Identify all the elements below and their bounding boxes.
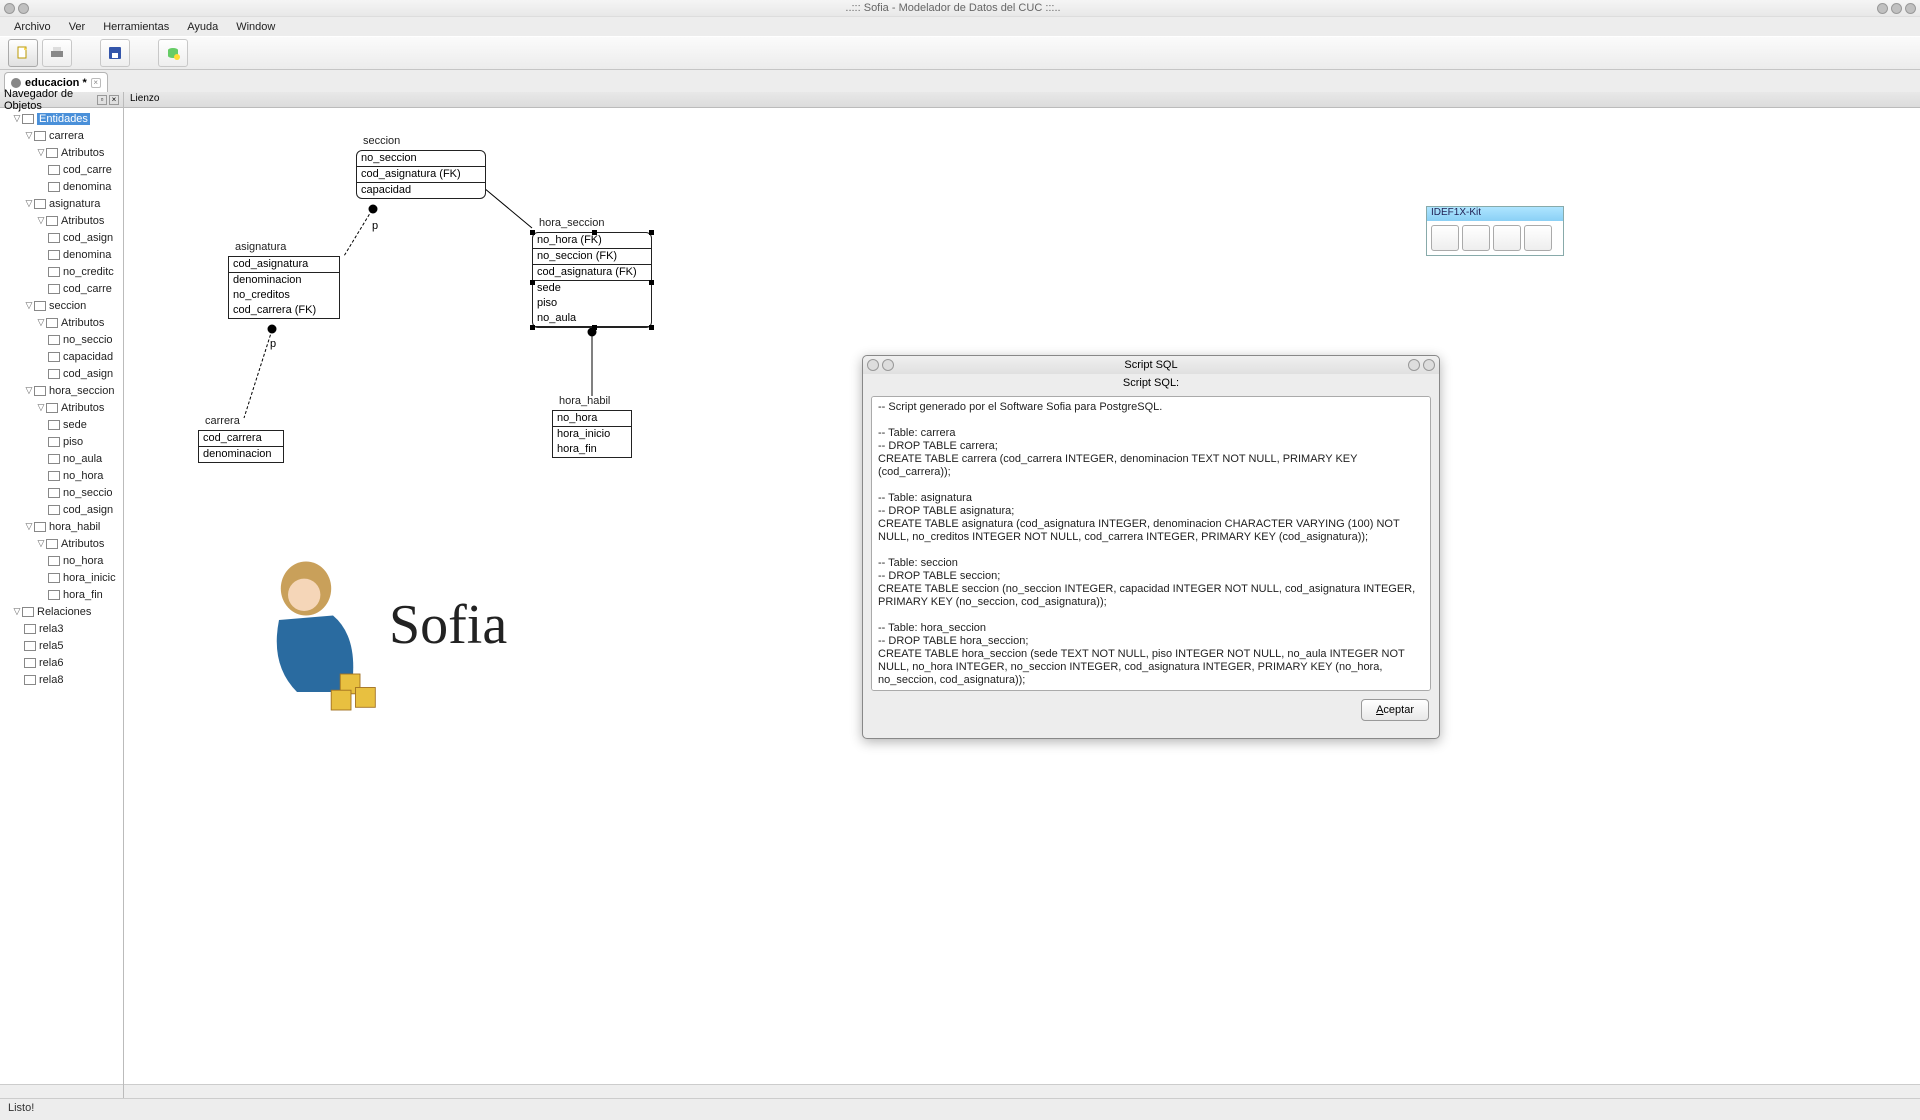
tree-item[interactable]: hora_fin (0, 586, 123, 603)
tree-item[interactable]: sede (0, 416, 123, 433)
accept-button[interactable]: Aceptar (1361, 699, 1429, 721)
toolbar (0, 36, 1920, 70)
palette-relation-button[interactable] (1493, 225, 1521, 251)
save-button[interactable] (100, 39, 130, 67)
tree-item[interactable]: no_creditc (0, 263, 123, 280)
tree-item[interactable]: rela6 (0, 654, 123, 671)
tree[interactable]: ▽Entidades ▽carrera ▽Atributos cod_carre… (0, 108, 123, 1084)
entity-carrera[interactable]: carrera cod_carrera denominacion (198, 430, 284, 463)
new-button[interactable] (8, 39, 38, 67)
menu-herramientas[interactable]: Herramientas (95, 19, 177, 35)
tree-item[interactable]: capacidad (0, 348, 123, 365)
titlebar: ..::: Sofia - Modelador de Datos del CUC… (0, 0, 1920, 16)
palette-pointer-button[interactable] (1431, 225, 1459, 251)
tab-icon (11, 78, 21, 88)
tree-hora-habil[interactable]: ▽hora_habil (0, 518, 123, 535)
tree-hora-seccion[interactable]: ▽hora_seccion (0, 382, 123, 399)
close-icon[interactable] (1905, 3, 1916, 14)
p-label: p (372, 220, 378, 232)
sidebar-scrollbar[interactable] (0, 1084, 123, 1098)
palette-weak-button[interactable] (1524, 225, 1552, 251)
tree-atributos[interactable]: ▽Atributos (0, 535, 123, 552)
tree-atributos[interactable]: ▽Atributos (0, 399, 123, 416)
entity-hora-seccion[interactable]: hora_seccion no_hora (FK) no_seccion (FK… (532, 232, 652, 328)
tree-seccion[interactable]: ▽seccion (0, 297, 123, 314)
dialog-min-icon[interactable] (1408, 359, 1420, 371)
tree-item[interactable]: no_seccio (0, 484, 123, 501)
menu-ver[interactable]: Ver (61, 19, 94, 35)
window-menu-icon[interactable] (4, 3, 15, 14)
tree-item[interactable]: no_aula (0, 450, 123, 467)
maximize-icon[interactable] (1891, 3, 1902, 14)
sql-textarea[interactable]: -- Script generado por el Software Sofia… (871, 396, 1431, 691)
tree-item[interactable]: cod_carre (0, 161, 123, 178)
tabbar: educacion * × (0, 70, 1920, 92)
statusbar: Listo! (0, 1098, 1920, 1120)
entity-seccion[interactable]: seccion no_seccion cod_asignatura (FK) c… (356, 150, 486, 199)
tree-item[interactable]: denomina (0, 246, 123, 263)
tree-item[interactable]: cod_asign (0, 501, 123, 518)
palette[interactable]: IDEF1X-Kit (1426, 206, 1564, 256)
print-button[interactable] (42, 39, 72, 67)
tree-item[interactable]: no_seccio (0, 331, 123, 348)
tree-relaciones[interactable]: ▽Relaciones (0, 603, 123, 620)
entity-hora-habil[interactable]: hora_habil no_hora hora_inicio hora_fin (552, 410, 632, 458)
canvas-scrollbar-h[interactable] (124, 1084, 1920, 1098)
menu-ayuda[interactable]: Ayuda (179, 19, 226, 35)
palette-entity-button[interactable] (1462, 225, 1490, 251)
sql-script-dialog: Script SQL Script SQL: -- Script generad… (862, 355, 1440, 739)
tree-item[interactable]: rela5 (0, 637, 123, 654)
tree-item[interactable]: hora_inicic (0, 569, 123, 586)
menubar: Archivo Ver Herramientas Ayuda Window (0, 16, 1920, 36)
entity-asignatura[interactable]: asignatura cod_asignatura denominacion n… (228, 256, 340, 319)
tree-item[interactable]: rela8 (0, 671, 123, 688)
tree-item[interactable]: no_hora (0, 467, 123, 484)
minimize-icon[interactable] (1877, 3, 1888, 14)
tree-atributos[interactable]: ▽Atributos (0, 212, 123, 229)
sidebar-header: Navegador de Objetos ▫ × (0, 92, 123, 108)
tree-item[interactable]: rela3 (0, 620, 123, 637)
tree-item[interactable]: cod_asign (0, 365, 123, 382)
generate-sql-button[interactable] (158, 39, 188, 67)
p-label: p (270, 338, 276, 350)
menu-archivo[interactable]: Archivo (6, 19, 59, 35)
tree-item[interactable]: denomina (0, 178, 123, 195)
sidebar-detach-icon[interactable]: ▫ (97, 95, 107, 105)
dialog-btn-icon[interactable] (882, 359, 894, 371)
canvas[interactable]: seccion no_seccion cod_asignatura (FK) c… (124, 108, 1920, 1084)
tree-atributos[interactable]: ▽Atributos (0, 144, 123, 161)
tree-carrera[interactable]: ▽carrera (0, 127, 123, 144)
tree-asignatura[interactable]: ▽asignatura (0, 195, 123, 212)
status-text: Listo! (8, 1102, 34, 1114)
window-title: ..::: Sofia - Modelador de Datos del CUC… (29, 2, 1877, 14)
sidebar-close-icon[interactable]: × (109, 95, 119, 105)
window-btn-icon[interactable] (18, 3, 29, 14)
object-navigator: Navegador de Objetos ▫ × ▽Entidades ▽car… (0, 92, 124, 1098)
dialog-close-icon[interactable] (1423, 359, 1435, 371)
tree-item[interactable]: piso (0, 433, 123, 450)
dialog-subtitle: Script SQL: (863, 374, 1439, 392)
dialog-title: Script SQL (894, 359, 1408, 371)
tree-item[interactable]: no_hora (0, 552, 123, 569)
menu-window[interactable]: Window (228, 19, 283, 35)
tree-item[interactable]: cod_asign (0, 229, 123, 246)
canvas-header: Lienzo (124, 92, 1920, 108)
sofia-logo-text: Sofia (389, 593, 507, 657)
tab-close-icon[interactable]: × (91, 78, 101, 88)
dialog-menu-icon[interactable] (867, 359, 879, 371)
tree-atributos[interactable]: ▽Atributos (0, 314, 123, 331)
tree-entidades[interactable]: ▽Entidades (0, 110, 123, 127)
tree-item[interactable]: cod_carre (0, 280, 123, 297)
